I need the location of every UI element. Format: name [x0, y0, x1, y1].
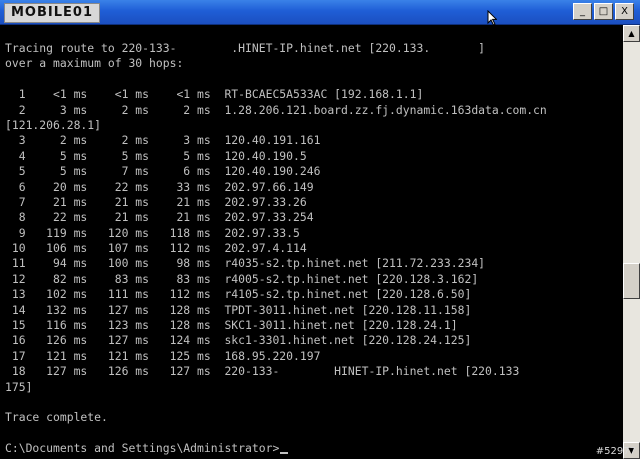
- console-line: 17 121 ms 121 ms 125 ms 168.95.220.197: [5, 348, 321, 363]
- console-line: Tracing route to 220-133- .HINET-IP.hine…: [5, 41, 486, 55]
- console-line: 2 3 ms 2 ms 2 ms 1.28.206.121.board.zz.f…: [5, 102, 547, 117]
- watermark-id: #52977: [595, 446, 636, 457]
- console-line: 4 5 ms 5 ms 5 ms 120.40.190.5: [5, 148, 307, 163]
- console-line: [121.206.28.1]: [5, 117, 102, 132]
- minimize-button[interactable]: _: [573, 3, 592, 20]
- console-line: 11 94 ms 100 ms 98 ms r4035-s2.tp.hinet.…: [5, 256, 486, 271]
- console-line: 175]: [5, 379, 33, 394]
- console-line: Trace complete.: [5, 410, 108, 425]
- console-line: 14 132 ms 127 ms 128 ms TPDT-3011.hinet.…: [5, 302, 472, 317]
- console-line: over a maximum of 30 hops:: [5, 56, 184, 71]
- scroll-up-arrow-icon[interactable]: ▲: [623, 25, 640, 42]
- console-line: 1 <1 ms <1 ms <1 ms RT-BCAEC5A533AC [192…: [5, 87, 424, 102]
- mouse-pointer-icon: [487, 10, 497, 26]
- console-line: 7 21 ms 21 ms 21 ms 202.97.33.26: [5, 194, 307, 209]
- window-controls: _ □ X: [573, 3, 634, 20]
- text-cursor-caret: [280, 452, 289, 455]
- console-line: 12 82 ms 83 ms 83 ms r4005-s2.tp.hinet.n…: [5, 271, 479, 286]
- console-line: 9 119 ms 120 ms 118 ms 202.97.33.5: [5, 225, 300, 240]
- console-line: C:\Documents and Settings\Administrator>: [5, 441, 620, 456]
- close-button[interactable]: X: [615, 3, 634, 20]
- vertical-scrollbar[interactable]: ▲ ▼: [623, 25, 640, 459]
- mobile01-logo: MOBILE01: [4, 3, 100, 23]
- console-line: 16 126 ms 127 ms 124 ms skc1-3301.hinet.…: [5, 333, 472, 348]
- console-line: 10 106 ms 107 ms 112 ms 202.97.4.114: [5, 241, 307, 256]
- console-line: 13 102 ms 111 ms 112 ms r4105-s2.tp.hine…: [5, 287, 472, 302]
- console-line: 8 22 ms 21 ms 21 ms 202.97.33.254: [5, 210, 314, 225]
- window-titlebar[interactable]: MOBILE01 _ □ X: [0, 0, 640, 25]
- console-line: 18 127 ms 126 ms 127 ms 220-133- HINET-I…: [5, 364, 520, 379]
- console-output[interactable]: Tracing route to 220-133- .HINET-IP.hine…: [0, 25, 620, 459]
- console-line: 15 116 ms 123 ms 128 ms SKC1-3011.hinet.…: [5, 318, 458, 333]
- maximize-button[interactable]: □: [594, 3, 613, 20]
- scrollbar-thumb[interactable]: [623, 263, 640, 299]
- console-line: 6 20 ms 22 ms 33 ms 202.97.66.149: [5, 179, 314, 194]
- console-line: 3 2 ms 2 ms 3 ms 120.40.191.161: [5, 133, 321, 148]
- console-line: 5 5 ms 7 ms 6 ms 120.40.190.246: [5, 164, 321, 179]
